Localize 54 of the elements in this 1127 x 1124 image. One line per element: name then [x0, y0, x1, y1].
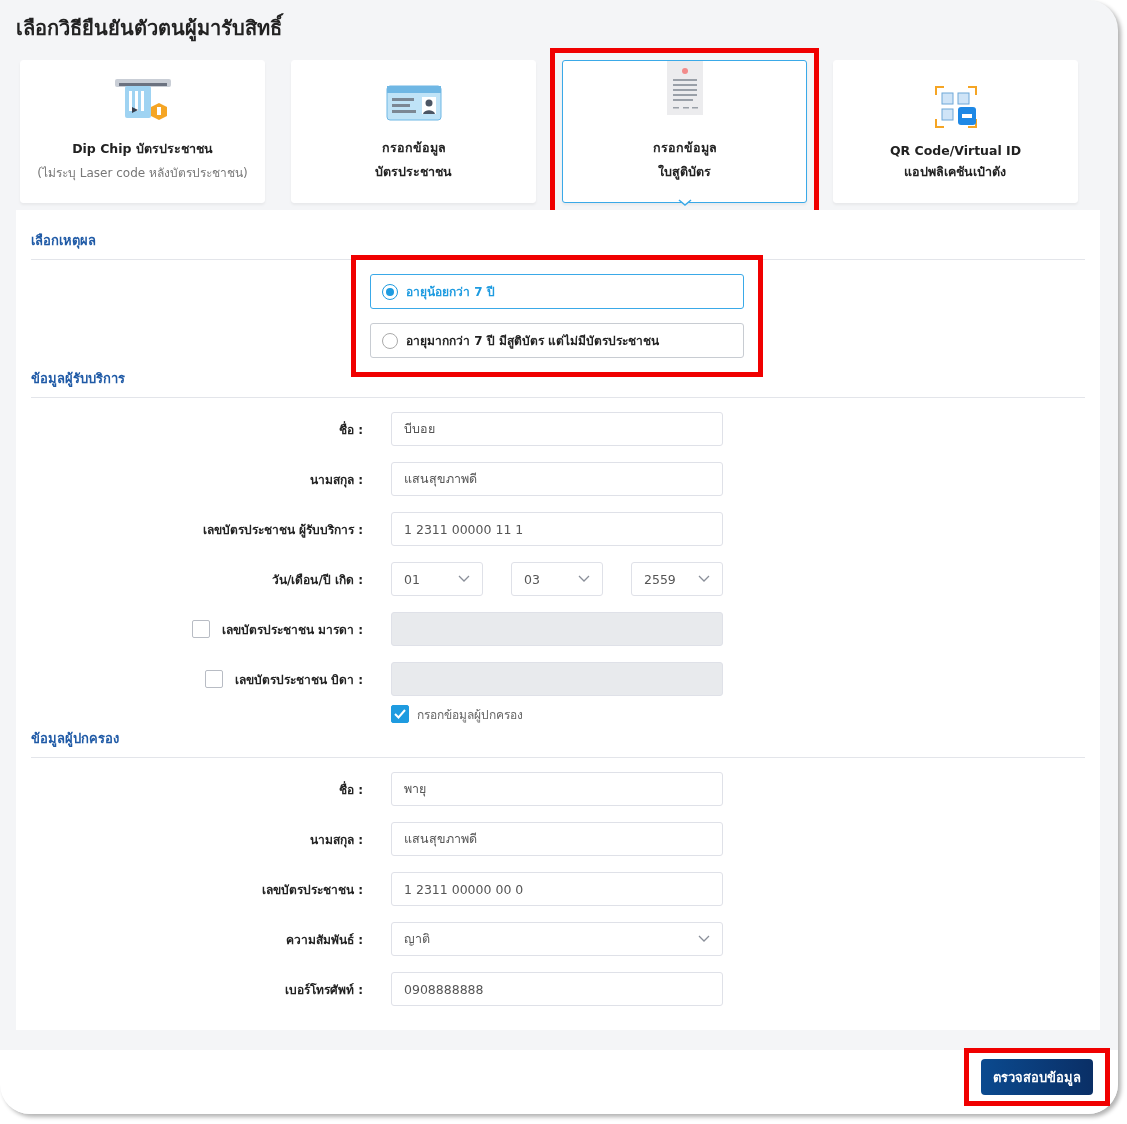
method-label: กรอกข้อมูล	[652, 139, 717, 158]
field-label: เลขบัตรประชาชน ผู้รับบริการ :	[202, 521, 363, 539]
chevron-down-icon	[698, 935, 710, 943]
input-field[interactable]: บีบอย	[391, 412, 723, 446]
section-heading: ข้อมูลผู้รับบริการ	[31, 368, 1085, 398]
input-field[interactable]	[391, 662, 723, 696]
page-title: เลือกวิธียืนยันตัวตนผู้มารับสิทธิ์	[0, 0, 1118, 48]
method-tab[interactable]: กรอกข้อมูล ใบสูติบัตร	[562, 60, 807, 203]
input-field[interactable]: 1 2311 00000 11 1	[391, 512, 723, 546]
checkbox[interactable]	[191, 620, 210, 638]
method-label: แอปพลิเคชันเป๋าตัง	[904, 163, 1007, 181]
select-field[interactable]: ญาติ	[391, 922, 723, 956]
method-label: บัตรประชาชน	[375, 163, 452, 181]
field-label: ชื่อ :	[339, 420, 363, 439]
input-field[interactable]: 1 2311 00000 00 0	[391, 872, 723, 906]
checkbox-label: กรอกข้อมูลผู้ปกครอง	[417, 706, 523, 724]
field-label: เลขบัตรประชาชน มารดา :	[221, 621, 363, 639]
field-label: เลขบัตรประชาชน :	[262, 881, 363, 899]
field-label: วัน/เดือน/ปี เกิด :	[272, 571, 363, 589]
qr-code-icon	[933, 85, 978, 129]
field-label: ความสัมพันธ์ :	[286, 931, 363, 949]
id-card-icon	[385, 84, 442, 124]
section-heading: ข้อมูลผู้ปกครอง	[31, 728, 1085, 758]
input-field[interactable]	[391, 612, 723, 646]
select-field[interactable]: 01	[391, 562, 483, 596]
field-label: เบอร์โทรศัพท์ :	[285, 981, 363, 999]
field-label: นามสกุล :	[310, 831, 363, 849]
checkbox[interactable]	[204, 670, 223, 688]
field-label: นามสกุล :	[310, 471, 363, 489]
input-field[interactable]: 0908888888	[391, 972, 723, 1006]
document-icon	[666, 61, 703, 115]
method-label: กรอกข้อมูล	[381, 139, 446, 158]
input-field[interactable]: แสนสุขภาพดี	[391, 462, 723, 496]
chevron-down-icon	[578, 575, 590, 583]
method-label: ใบสูติบัตร	[658, 163, 711, 182]
method-label: QR Code/Virtual ID	[889, 143, 1022, 158]
method-note: (ไม่ระบุ Laser code หลังบัตรประชาชน)	[37, 165, 248, 182]
field-label: เลขบัตรประชาชน บิดา :	[234, 671, 363, 689]
section-heading: เลือกเหตุผล	[31, 230, 1085, 260]
method-tab[interactable]: กรอกข้อมูล บัตรประชาชน	[291, 60, 536, 203]
method-label: Dip Chip บัตรประชาชน	[72, 140, 213, 158]
checkbox[interactable]	[391, 705, 409, 723]
method-tab[interactable]: Dip Chip บัตรประชาชน (ไม่ระบุ Laser code หลังบัตรประชาชน)	[20, 60, 265, 203]
submit-button[interactable]: ตรวจสอบข้อมูล	[981, 1059, 1093, 1095]
radio-option[interactable]: อายุมากกว่า 7 ปี มีสูติบัตร แต่ไม่มีบัตรประชาชน	[370, 323, 744, 358]
chevron-down-icon	[698, 575, 710, 583]
select-field[interactable]: 2559	[631, 562, 723, 596]
method-tab[interactable]: QR Code/Virtual ID แอปพลิเคชันเป๋าตัง	[833, 60, 1078, 203]
select-field[interactable]: 03	[511, 562, 603, 596]
caret-icon	[677, 199, 692, 206]
input-field[interactable]: พายุ	[391, 772, 723, 806]
field-label: ชื่อ :	[339, 780, 363, 799]
input-field[interactable]: แสนสุขภาพดี	[391, 822, 723, 856]
chevron-down-icon	[458, 575, 470, 583]
